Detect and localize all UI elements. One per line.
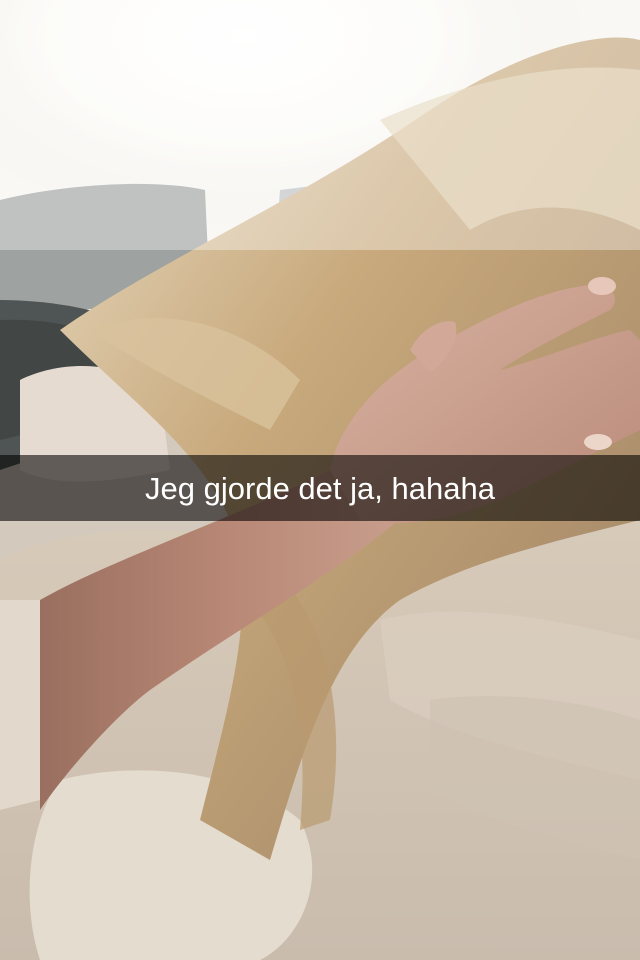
caption-bar: Jeg gjorde det ja, hahaha	[0, 455, 640, 521]
caption-text: Jeg gjorde det ja, hahaha	[145, 470, 495, 506]
snap-view[interactable]: Jeg gjorde det ja, hahaha	[0, 0, 640, 960]
